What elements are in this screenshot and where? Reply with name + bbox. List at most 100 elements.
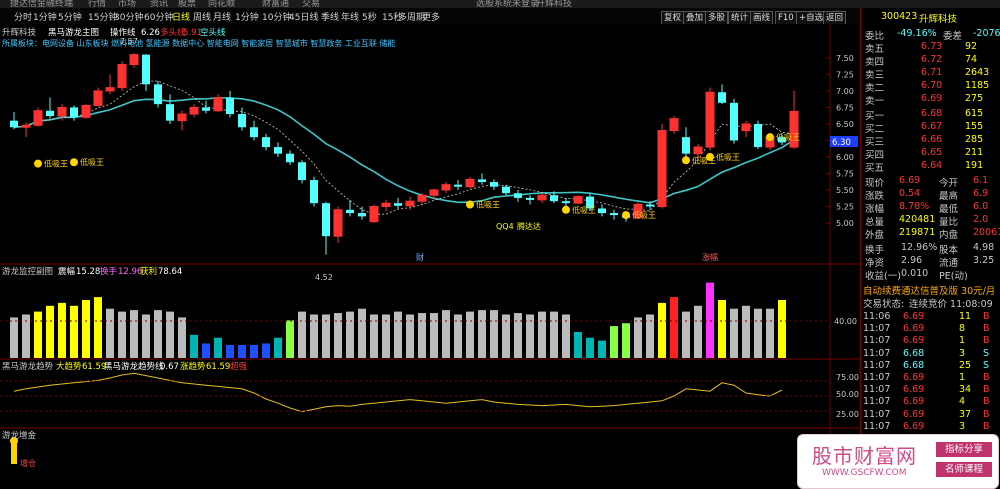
period-tab-5[interactable]: 60分钟 — [144, 10, 173, 23]
sell-level-2-cell: 1185 — [965, 80, 990, 91]
candle-body — [262, 137, 270, 148]
menu-item[interactable]: 资讯 — [150, 0, 168, 8]
sub1-bar — [766, 308, 774, 358]
buy-level-3-cell: 285 — [965, 134, 984, 145]
sell-level-4: 卖四 6.72 74 — [861, 54, 1000, 68]
menu-item[interactable]: 市场 — [118, 0, 136, 8]
tool-button-1[interactable]: 叠加 — [683, 11, 707, 25]
stat-row-4-cell: 20061 — [973, 227, 1000, 238]
stat-row-0-cell: 现价 — [865, 178, 885, 189]
tick-row: 11:07 6.68 25 S — [861, 360, 1000, 373]
smile-marker — [706, 152, 714, 161]
sub1-bar — [670, 297, 678, 358]
stat-row-0-cell: 今开 — [939, 178, 959, 189]
sub1-bar — [178, 317, 186, 358]
period-tab-11[interactable]: 45日线 — [289, 10, 318, 23]
quote-panel: 300423 升辉科技 委比 -49.16% 委差 -2076 卖五 6.73 92 卖四 6.72… — [860, 8, 1000, 489]
tick-row: 11:07 6.69 3 B — [861, 421, 1000, 434]
high-mark: 7.57 — [120, 37, 138, 46]
sub2-v3: 61.59 — [206, 362, 230, 372]
candle-body — [177, 113, 187, 122]
period-tab-0[interactable]: 分时 — [14, 10, 32, 23]
period-tab-1[interactable]: 1分钟 — [33, 10, 57, 23]
tick-row-cell: B — [983, 311, 990, 322]
menu-item[interactable]: 股票 — [178, 0, 196, 8]
candle-body — [70, 107, 78, 118]
tick-row-cell: 4 — [959, 396, 966, 408]
period-tab-14[interactable]: 5秒 — [362, 10, 377, 23]
sub1-bar — [466, 311, 474, 358]
tick-row: 11:07 6.69 34 B — [861, 384, 1000, 397]
period-tab-16[interactable]: 多周期 — [398, 10, 425, 23]
sub1-bar — [274, 337, 282, 358]
weibi-row: 委比 -49.16% 委差 -2076 — [861, 28, 1000, 42]
tick-row-cell: 3 — [959, 347, 966, 359]
period-tab-10[interactable]: 10分钟 — [262, 10, 291, 23]
tick-row-cell: 34 — [959, 384, 972, 396]
tick-row-cell: 11:07 — [863, 347, 891, 359]
candle-body — [610, 213, 618, 216]
menu-item[interactable]: 财富通 — [262, 0, 289, 8]
tool-button-0[interactable]: 复权 — [661, 11, 685, 25]
menu-item[interactable]: 捷达信金融终端 — [10, 0, 73, 8]
sub1-bar — [778, 300, 786, 358]
tool-button-3[interactable]: 统计 — [728, 11, 752, 25]
period-tab-7[interactable]: 周线 — [193, 10, 211, 23]
candle-body — [646, 204, 654, 207]
buy-level-5-cell: 6.64 — [921, 160, 943, 171]
candle-body — [142, 54, 150, 85]
period-tab-12[interactable]: 季线 — [321, 10, 339, 23]
sub1-bar — [214, 337, 222, 358]
stat-row-2: 涨幅 8.78% 最低 6.0 — [861, 201, 1000, 215]
extra-row-0: 换手 12.96% 股本 4.98 — [861, 242, 1000, 256]
period-tab-8[interactable]: 月线 — [213, 10, 231, 23]
candle-body — [669, 118, 679, 132]
smile-marker — [766, 133, 774, 142]
candle-body — [573, 196, 583, 204]
tool-button-7[interactable]: 返回 — [823, 11, 847, 25]
sub1-bar — [130, 310, 138, 358]
tick-row: 11:07 6.68 3 S — [861, 348, 1000, 361]
sub3-signal: 增仓 — [20, 458, 36, 468]
tool-button-2[interactable]: 多股 — [705, 11, 729, 25]
menu-item[interactable]: 选股系统未登录 — [476, 0, 539, 8]
menu-item[interactable]: 行情 — [88, 0, 106, 8]
candle-body — [562, 201, 570, 204]
kline-chart[interactable]: 低吸王 低吸王低吸王低吸王低吸王低吸王 低吸王低吸王 7.507.257.006.7… — [0, 24, 860, 489]
tick-row-cell: 6.69 — [903, 396, 925, 408]
weibi-row-cell: -49.16% — [897, 28, 937, 39]
tick-row-cell: B — [983, 384, 990, 396]
period-tab-9[interactable]: 1分钟 — [235, 10, 259, 23]
tool-button-6[interactable]: +自选 — [796, 11, 827, 25]
period-tab-4[interactable]: 30分钟 — [114, 10, 143, 23]
tick-row-cell: 11:07 — [863, 335, 891, 347]
period-tab-17[interactable]: 更多 — [422, 10, 440, 23]
tick-row-cell: 11:07 — [863, 408, 891, 420]
sell-level-4-cell: 74 — [965, 54, 978, 65]
buy-level-4-cell: 买四 — [865, 150, 885, 161]
event-label-2: 腾达达 — [517, 221, 541, 231]
extra-row-0-cell: 股本 — [939, 245, 959, 256]
sell-level-4-cell: 卖四 — [865, 57, 885, 68]
menu-item[interactable]: 同花顺 — [208, 0, 235, 8]
stat-row-3-cell: 量比 — [939, 217, 959, 228]
site-watermark: 股市财富网 WWW.GSCFW.COM 指标分享 名师课程 — [797, 434, 999, 489]
tick-row-cell: 11:07 — [863, 396, 891, 408]
notice-row-2-cell: 连续竞价 11:08:09 — [909, 299, 993, 310]
tick-row-cell: 6.69 — [903, 323, 925, 335]
tool-button-4[interactable]: 画线 — [750, 11, 774, 25]
period-tab-13[interactable]: 年线 — [341, 10, 359, 23]
candle-body — [441, 184, 451, 191]
sell-level-2-cell: 卖二 — [865, 83, 885, 94]
stat-row-1-cell: 最高 — [939, 191, 959, 202]
period-tab-2[interactable]: 5分钟 — [58, 10, 82, 23]
candle-body — [226, 97, 234, 115]
extra-row-1-cell: 流通 — [939, 258, 959, 269]
tool-button-5[interactable]: F10 — [775, 11, 797, 25]
menu-item[interactable]: 交易 — [302, 0, 320, 8]
candle-body — [537, 194, 547, 201]
menu-item[interactable]: 升辉科技 — [536, 0, 572, 8]
candle-body — [202, 107, 210, 111]
sub1-axis: 40.00 — [834, 317, 857, 326]
period-tab-6[interactable]: 日线 — [172, 10, 190, 23]
